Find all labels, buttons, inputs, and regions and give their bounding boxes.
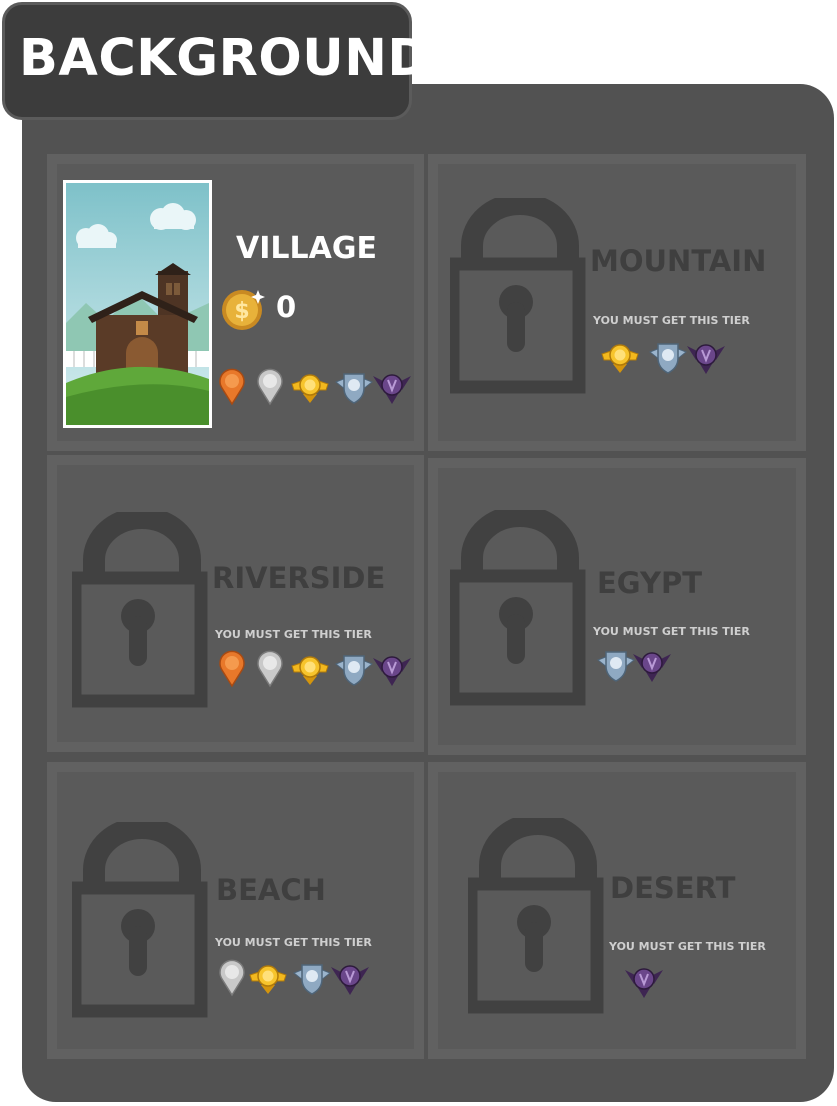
svg-text:$: $ <box>234 299 249 324</box>
lock-icon <box>72 822 208 1018</box>
level-name-riverside: RIVERSIDE <box>212 561 386 595</box>
level-name-desert: DESERT <box>610 871 736 905</box>
coin-icon: $ <box>222 290 265 330</box>
village-house-image <box>66 183 209 425</box>
silver-tier-badge-icon <box>219 959 245 996</box>
lock-icon <box>450 510 586 706</box>
tier-requirement-note: YOU MUST GET THIS TIER <box>593 625 750 638</box>
lock-icon <box>72 512 208 708</box>
purple-tier-badge-icon <box>372 374 412 405</box>
lock-icon <box>450 198 586 394</box>
gold-tier-badge-icon <box>291 374 329 404</box>
page-title: BACKGROUND <box>19 29 431 88</box>
tier-badges-beach <box>219 959 370 996</box>
tier-badges-village <box>219 368 412 405</box>
bronze-tier-badge-icon <box>219 650 245 687</box>
purple-tier-badge-icon <box>686 344 726 375</box>
gold-tier-badge-icon <box>601 344 639 374</box>
purple-tier-badge-icon <box>624 968 664 999</box>
purple-tier-badge-icon <box>632 652 672 683</box>
level-name-mountain: MOUNTAIN <box>590 244 767 278</box>
village-thumbnail[interactable] <box>63 180 212 428</box>
tier-badges-riverside <box>219 650 412 687</box>
tier-requirement-note: YOU MUST GET THIS TIER <box>215 936 372 949</box>
tier-requirement-note: YOU MUST GET THIS TIER <box>609 940 766 953</box>
platinum-tier-badge-icon <box>335 373 373 404</box>
platinum-tier-badge-icon <box>293 964 331 995</box>
coin-count: 0 <box>276 290 297 324</box>
title-tab: BACKGROUND <box>2 2 430 120</box>
silver-tier-badge-icon <box>257 650 283 687</box>
level-name-beach: BEACH <box>216 873 326 907</box>
purple-tier-badge-icon <box>330 965 370 996</box>
tier-badges-mountain <box>601 343 726 375</box>
gold-tier-badge-icon <box>291 656 329 686</box>
tier-badges-egypt <box>597 651 672 683</box>
silver-tier-badge-icon <box>257 368 283 405</box>
gold-tier-badge-icon <box>249 965 287 995</box>
lock-icon <box>468 818 604 1014</box>
tier-badges-desert <box>624 968 664 999</box>
level-name-village: VILLAGE <box>236 231 377 266</box>
platinum-tier-badge-icon <box>597 651 635 682</box>
platinum-tier-badge-icon <box>335 655 373 686</box>
level-name-egypt: EGYPT <box>597 566 703 600</box>
platinum-tier-badge-icon <box>649 343 687 374</box>
bronze-tier-badge-icon <box>219 368 245 405</box>
purple-tier-badge-icon <box>372 656 412 687</box>
tier-requirement-note: YOU MUST GET THIS TIER <box>215 628 372 641</box>
tier-requirement-note: YOU MUST GET THIS TIER <box>593 314 750 327</box>
